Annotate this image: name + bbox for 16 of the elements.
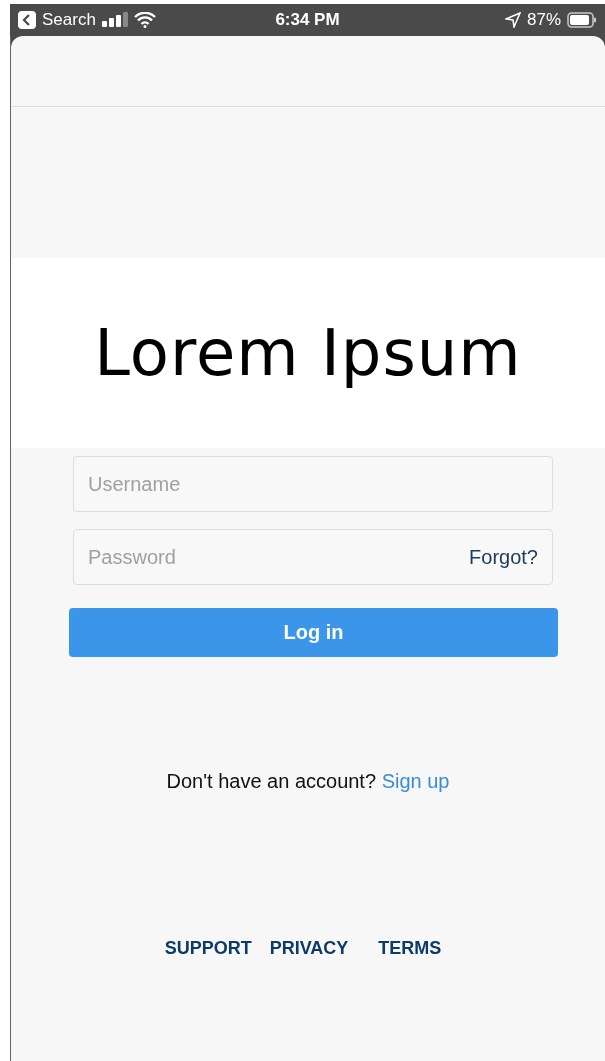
battery-icon — [567, 12, 597, 28]
footer-link[interactable]: PRIVACY — [269, 938, 349, 959]
password-field[interactable]: Password Forgot? — [73, 529, 553, 585]
back-label[interactable]: Search — [42, 10, 96, 30]
forgot-link[interactable]: Forgot? — [469, 545, 538, 569]
footer-link[interactable]: TERMS — [378, 938, 442, 959]
signup-prompt: Don't have an account? — [166, 770, 377, 792]
location-arrow-icon — [504, 12, 521, 28]
logo: Lorem Ipsum — [94, 316, 522, 390]
signal-icon — [101, 12, 128, 28]
back-icon[interactable] — [18, 11, 36, 29]
wifi-icon — [133, 12, 156, 28]
footer-link[interactable]: SUPPORT — [164, 938, 252, 959]
username-field[interactable]: Username — [73, 456, 553, 512]
battery-percent: 87% — [526, 10, 561, 30]
clock: 6:34 PM — [275, 10, 340, 30]
